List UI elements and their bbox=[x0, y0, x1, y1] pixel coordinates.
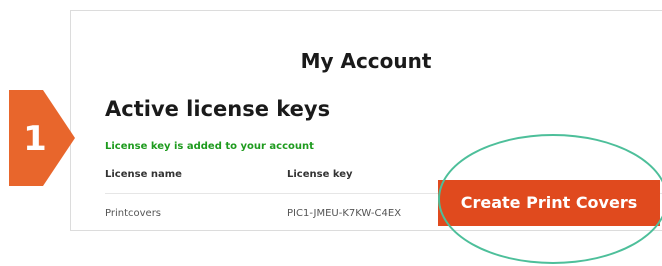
section-title: Active license keys bbox=[105, 97, 331, 121]
success-message: License key is added to your account bbox=[105, 141, 314, 152]
license-name-cell: Printcovers bbox=[105, 208, 162, 219]
create-print-covers-button[interactable]: Create Print Covers bbox=[438, 180, 660, 226]
license-key-cell: PIC1-JMEU-K7KW-C4EX bbox=[287, 208, 402, 219]
page-title: My Account bbox=[300, 49, 432, 73]
screenshot-stage: My Account Active license keys License k… bbox=[0, 0, 662, 266]
column-header-license-key: License key bbox=[287, 169, 353, 180]
step-number: 1 bbox=[23, 119, 47, 159]
column-header-license-name: License name bbox=[105, 169, 182, 180]
